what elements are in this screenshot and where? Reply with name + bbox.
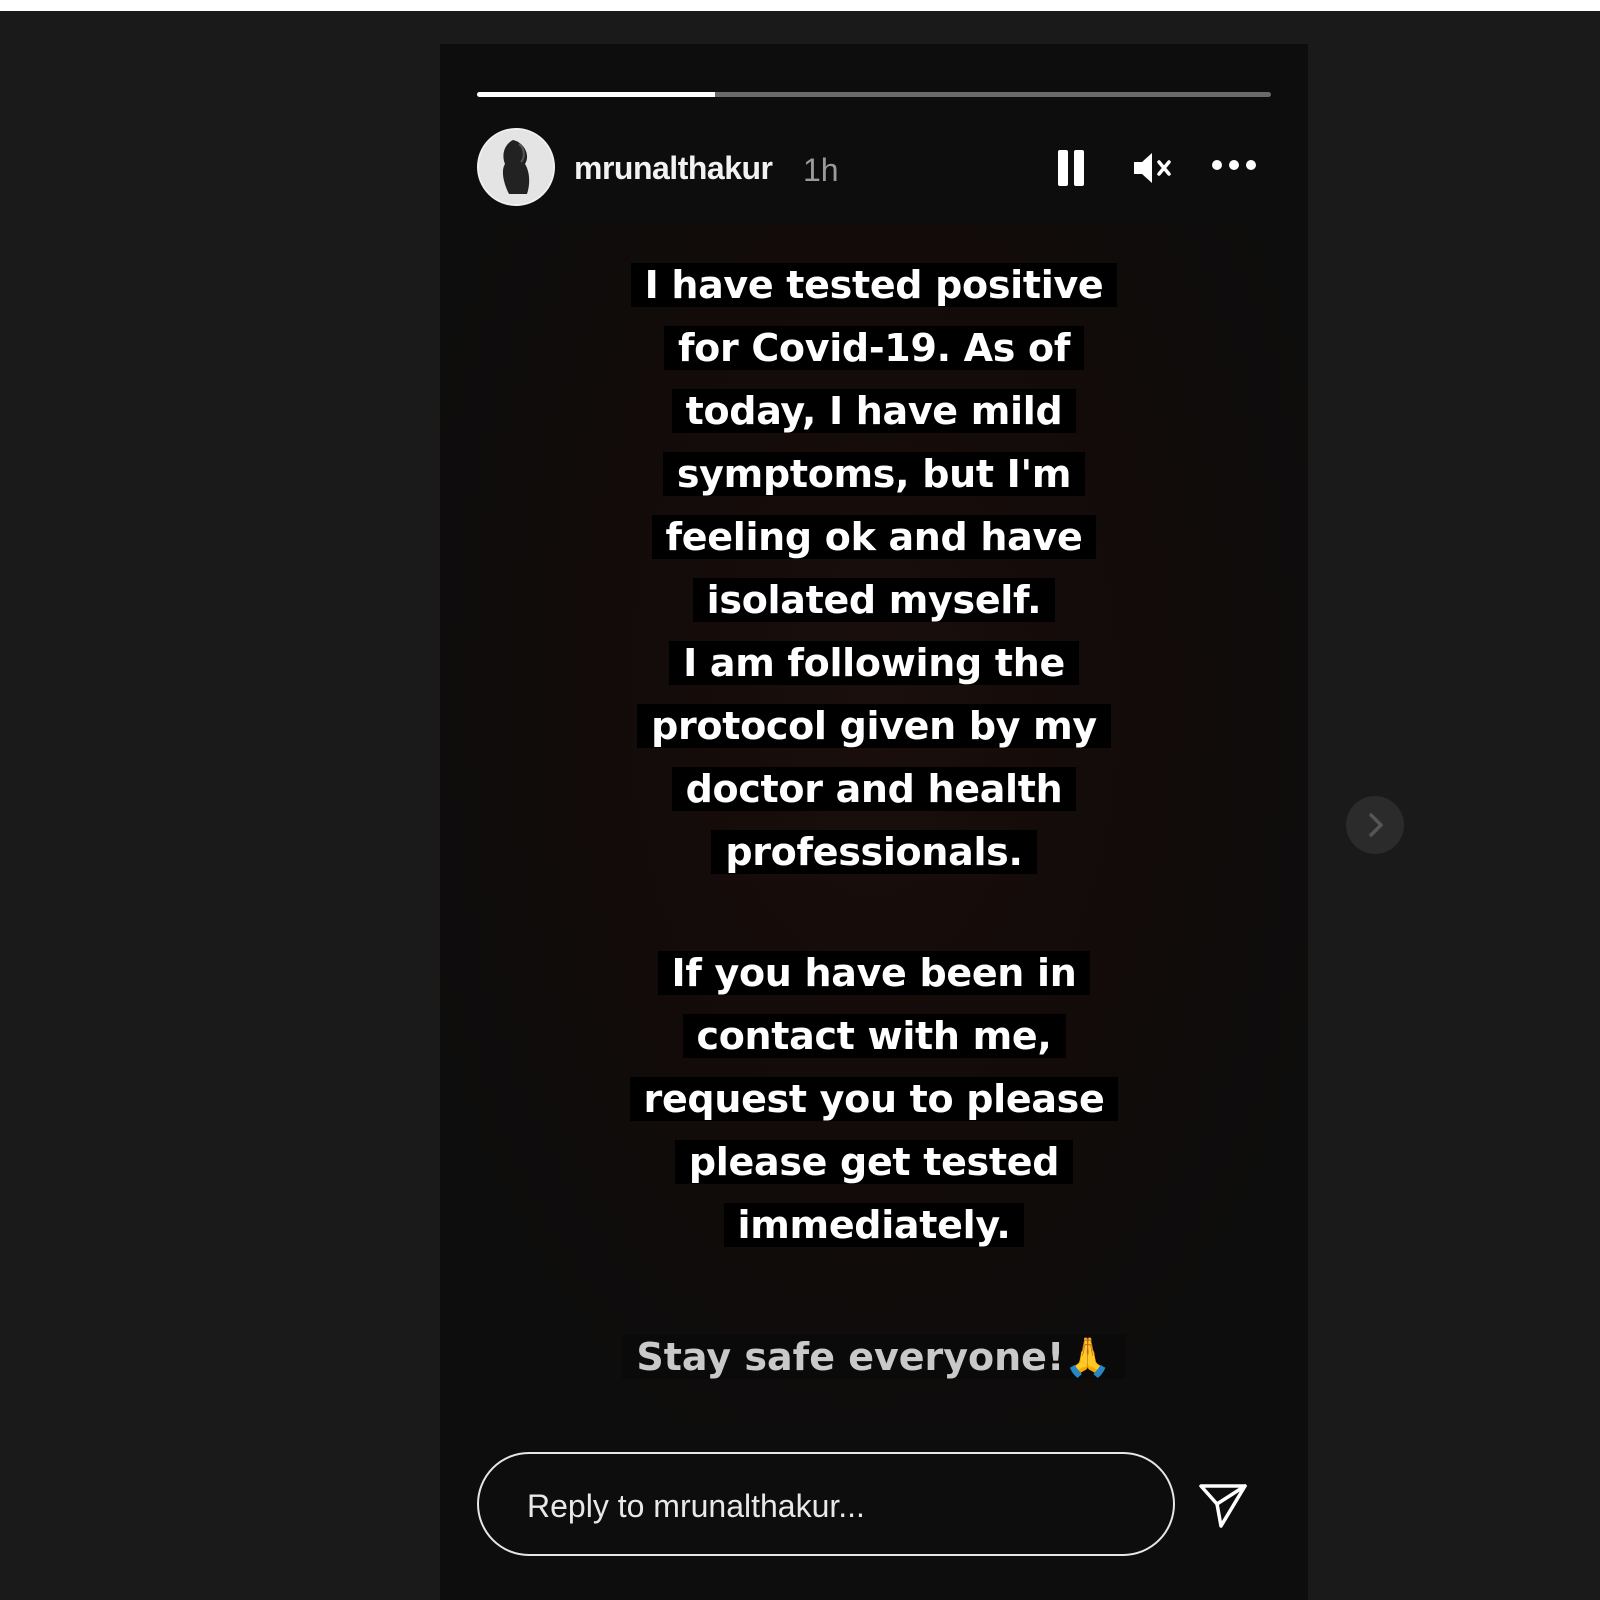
window-top-edge [0,0,1600,11]
message-line: isolated myself. [440,569,1308,632]
message-line: immediately. [440,1194,1308,1257]
story-closing-line: Stay safe everyone!🙏 [440,1326,1308,1389]
story-progress-fill [477,92,716,97]
story-message-secondary: If you have been in contact with me, req… [440,942,1308,1257]
next-story-button[interactable] [1346,796,1404,854]
message-line: professionals. [440,821,1308,884]
message-line: protocol given by my [440,695,1308,758]
reply-input[interactable] [527,1484,1127,1528]
reply-field-container[interactable] [477,1452,1175,1556]
send-paper-plane-icon[interactable] [1195,1476,1251,1532]
pause-icon[interactable] [1058,150,1088,186]
avatar[interactable] [477,128,555,206]
message-line: If you have been in [440,942,1308,1005]
more-options-icon[interactable] [1212,158,1256,174]
message-line: I have tested positive [440,254,1308,317]
username[interactable]: mrunalthakur [574,150,773,187]
story-progress-bar [477,92,1271,97]
closing-text: Stay safe everyone! [636,1335,1065,1379]
story-viewer[interactable]: mrunalthakur 1h I have tested positive f… [440,44,1308,1600]
message-line: today, I have mild [440,380,1308,443]
story-timestamp: 1h [803,152,839,188]
message-line: feeling ok and have [440,506,1308,569]
story-header: mrunalthakur 1h [477,128,1271,208]
message-line: I am following the [440,632,1308,695]
praying-hands-icon: 🙏 [1064,1335,1112,1379]
message-line: symptoms, but I'm [440,443,1308,506]
message-line: please get tested [440,1131,1308,1194]
message-line: request you to please [440,1068,1308,1131]
story-message-primary: I have tested positive for Covid-19. As … [440,254,1308,884]
message-line: for Covid-19. As of [440,317,1308,380]
chevron-right-icon [1369,813,1383,837]
message-line: contact with me, [440,1005,1308,1068]
speaker-muted-icon[interactable] [1132,148,1174,188]
avatar-image [479,130,553,204]
message-line: doctor and health [440,758,1308,821]
